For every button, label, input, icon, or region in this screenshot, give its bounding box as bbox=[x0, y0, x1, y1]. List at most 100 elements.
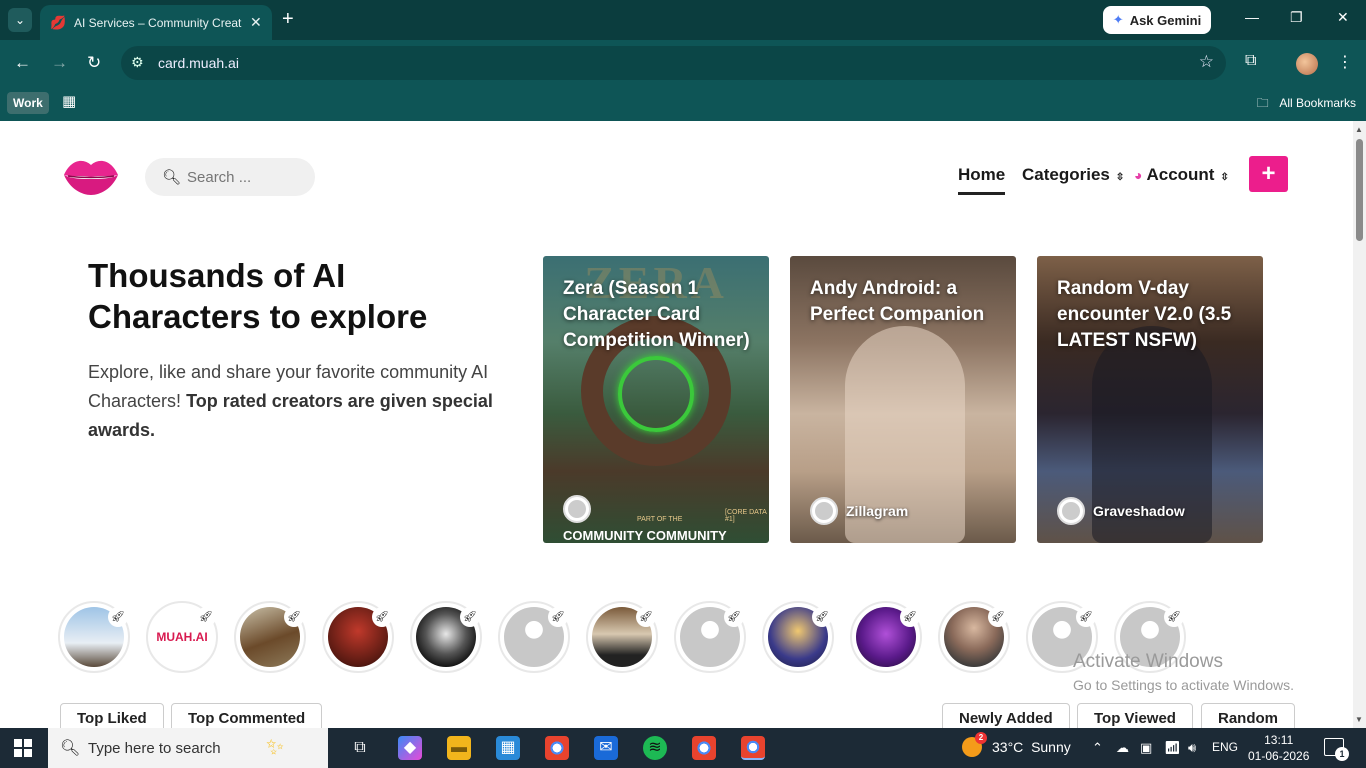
url-text: card.muah.ai bbox=[158, 55, 239, 71]
bookmark-star-icon[interactable]: ☆ bbox=[1199, 52, 1214, 72]
page-scrollbar[interactable]: ▲ ▼ bbox=[1353, 121, 1366, 728]
card-author-name: Graveshadow bbox=[1093, 503, 1185, 519]
author-avatar bbox=[810, 497, 838, 525]
filter-random[interactable]: Random bbox=[1201, 703, 1295, 728]
extensions-icon[interactable]: ⧉ bbox=[1245, 52, 1256, 70]
search-input[interactable] bbox=[187, 167, 307, 187]
reload-icon[interactable]: ↻ bbox=[87, 53, 101, 73]
filter-top-liked[interactable]: Top Liked bbox=[60, 703, 164, 728]
all-bookmarks-button[interactable]: 🗀 All Bookmarks bbox=[1257, 94, 1356, 115]
weather-condition: Sunny bbox=[1031, 739, 1071, 755]
author-avatar bbox=[563, 495, 591, 523]
nav-account[interactable]: ◕ Account ⇳ bbox=[1134, 165, 1229, 185]
show-hidden-icons-icon[interactable]: ⌃ bbox=[1092, 740, 1103, 756]
tab-strip: ⌄ 💋 AI Services – Community Creations ✕ … bbox=[0, 0, 1366, 40]
card-title: Random V-day encounter V2.0 (3.5 LATEST … bbox=[1057, 278, 1232, 351]
chrome-profile-icon[interactable] bbox=[692, 736, 716, 760]
creator-avatar[interactable]: 🚀︎ bbox=[674, 601, 746, 673]
task-view-icon[interactable]: ⧉ bbox=[348, 736, 372, 760]
windows-start-icon[interactable] bbox=[14, 739, 32, 757]
weather-badge: 2 bbox=[975, 732, 987, 744]
profile-avatar[interactable] bbox=[1296, 53, 1318, 75]
sun-icon: 2 bbox=[962, 732, 987, 757]
creator-avatar[interactable]: 🚀︎ bbox=[410, 601, 482, 673]
outlook-icon[interactable]: ✉ bbox=[594, 736, 618, 760]
language-indicator[interactable]: ENG bbox=[1212, 740, 1238, 754]
lips-favicon-icon: 💋 bbox=[50, 14, 67, 30]
character-card[interactable]: ZERA Zera (Season 1 Character Card Compe… bbox=[543, 256, 769, 543]
search-icon: 🔍︎ bbox=[60, 740, 81, 757]
card-author[interactable]: Zillagram bbox=[810, 497, 908, 525]
card-inner-text-2: [CORE DATA #1] bbox=[725, 509, 767, 523]
restore-icon[interactable]: ❐ bbox=[1290, 9, 1303, 26]
gemini-sparkle-icon: ✦ bbox=[1112, 12, 1124, 27]
creator-avatar[interactable]: 🚀︎ bbox=[58, 601, 130, 673]
tab-title: AI Services – Community Creations bbox=[74, 15, 242, 30]
card-author[interactable] bbox=[563, 495, 591, 523]
creator-avatar[interactable]: 🚀︎ bbox=[586, 601, 658, 673]
volume-icon[interactable]: 🔊︎ bbox=[1188, 740, 1196, 756]
creator-avatar[interactable]: 🚀︎ bbox=[850, 601, 922, 673]
hero-subtitle: Explore, like and share your favorite co… bbox=[88, 358, 508, 445]
filter-newly-added[interactable]: Newly Added bbox=[942, 703, 1070, 728]
creator-avatar[interactable]: 🚀︎ bbox=[234, 601, 306, 673]
clock-time: 13:11 bbox=[1264, 733, 1294, 747]
meet-now-icon[interactable]: ▣ bbox=[1140, 740, 1152, 756]
creator-avatar[interactable]: MUAH.AI 🚀︎ bbox=[146, 601, 218, 673]
weather-widget[interactable]: 2 33°C Sunny bbox=[962, 732, 1071, 757]
microsoft-store-icon[interactable]: ▦ bbox=[496, 736, 520, 760]
minimize-icon[interactable]: — bbox=[1245, 9, 1259, 25]
close-window-icon[interactable]: ✕ bbox=[1337, 9, 1349, 26]
creator-avatar[interactable]: 🚀︎ bbox=[938, 601, 1010, 673]
activate-windows-title: Activate Windows bbox=[1073, 651, 1223, 672]
onedrive-icon[interactable]: ☁ bbox=[1116, 740, 1129, 756]
back-icon[interactable]: ← bbox=[14, 53, 31, 73]
filter-top-commented[interactable]: Top Commented bbox=[171, 703, 323, 728]
chrome-active-icon[interactable] bbox=[741, 736, 765, 760]
address-bar[interactable]: ⚙ card.muah.ai ☆ bbox=[121, 46, 1226, 80]
muah-lips-logo[interactable] bbox=[60, 153, 122, 197]
close-tab-icon[interactable]: ✕ bbox=[250, 14, 262, 31]
filter-top-viewed[interactable]: Top Viewed bbox=[1077, 703, 1193, 728]
creator-avatar[interactable]: 🚀︎ bbox=[762, 601, 834, 673]
rocket-badge-icon: 🚀︎ bbox=[812, 607, 832, 627]
rocket-badge-icon: 🚀︎ bbox=[548, 607, 568, 627]
rocket-badge-icon: 🚀︎ bbox=[372, 607, 392, 627]
site-search[interactable]: 🔍︎ bbox=[145, 158, 315, 196]
search-highlight-icon: ✨︎ bbox=[266, 734, 285, 759]
work-profile-chip[interactable]: Work bbox=[7, 92, 49, 114]
taskbar-search[interactable]: 🔍︎ Type here to search ✨︎ bbox=[48, 728, 328, 768]
forward-icon[interactable]: → bbox=[51, 53, 68, 73]
copilot-icon[interactable]: ◆ bbox=[398, 736, 422, 760]
system-clock[interactable]: 13:11 01-06-2026 bbox=[1248, 732, 1309, 764]
spotify-icon[interactable]: ≋ bbox=[643, 736, 667, 760]
tab-search-button[interactable]: ⌄ bbox=[8, 8, 32, 32]
file-explorer-icon[interactable]: ▬ bbox=[447, 736, 471, 760]
network-icon[interactable]: 📶︎ bbox=[1164, 740, 1181, 756]
character-card[interactable]: Random V-day encounter V2.0 (3.5 LATEST … bbox=[1037, 256, 1263, 543]
menu-kebab-icon[interactable]: ⋮ bbox=[1337, 52, 1353, 72]
nav-home[interactable]: Home bbox=[958, 165, 1006, 195]
add-character-button[interactable]: + bbox=[1249, 156, 1288, 192]
card-author[interactable]: Graveshadow bbox=[1057, 497, 1185, 525]
card-title: Andy Android: a Perfect Companion bbox=[810, 278, 985, 325]
nav-account-label: Account bbox=[1146, 165, 1215, 184]
nav-categories[interactable]: Categories ⇳ bbox=[1022, 165, 1124, 185]
apps-grid-icon[interactable]: ▦ bbox=[62, 92, 76, 110]
scroll-down-icon[interactable]: ▼ bbox=[1355, 715, 1363, 724]
creator-avatar[interactable]: 🚀︎ bbox=[322, 601, 394, 673]
ask-gemini-button[interactable]: ✦ Ask Gemini bbox=[1103, 6, 1211, 34]
card-inner-text: PART OF THE bbox=[637, 516, 683, 523]
new-tab-button[interactable]: + bbox=[282, 8, 294, 30]
character-card[interactable]: Andy Android: a Perfect Companion Zillag… bbox=[790, 256, 1016, 543]
scroll-up-icon[interactable]: ▲ bbox=[1355, 125, 1363, 134]
active-tab[interactable]: 💋 AI Services – Community Creations ✕ bbox=[40, 5, 272, 40]
site-info-icon[interactable]: ⚙ bbox=[131, 54, 144, 71]
notification-icon[interactable]: 1 bbox=[1324, 738, 1349, 761]
chrome-icon[interactable] bbox=[545, 736, 569, 760]
scroll-thumb[interactable] bbox=[1356, 139, 1363, 241]
creator-avatar[interactable]: 🚀︎ bbox=[498, 601, 570, 673]
rocket-badge-icon: 🚀︎ bbox=[900, 607, 920, 627]
card-author-name: Zillagram bbox=[846, 503, 909, 519]
rocket-badge-icon: 🚀︎ bbox=[196, 607, 216, 627]
